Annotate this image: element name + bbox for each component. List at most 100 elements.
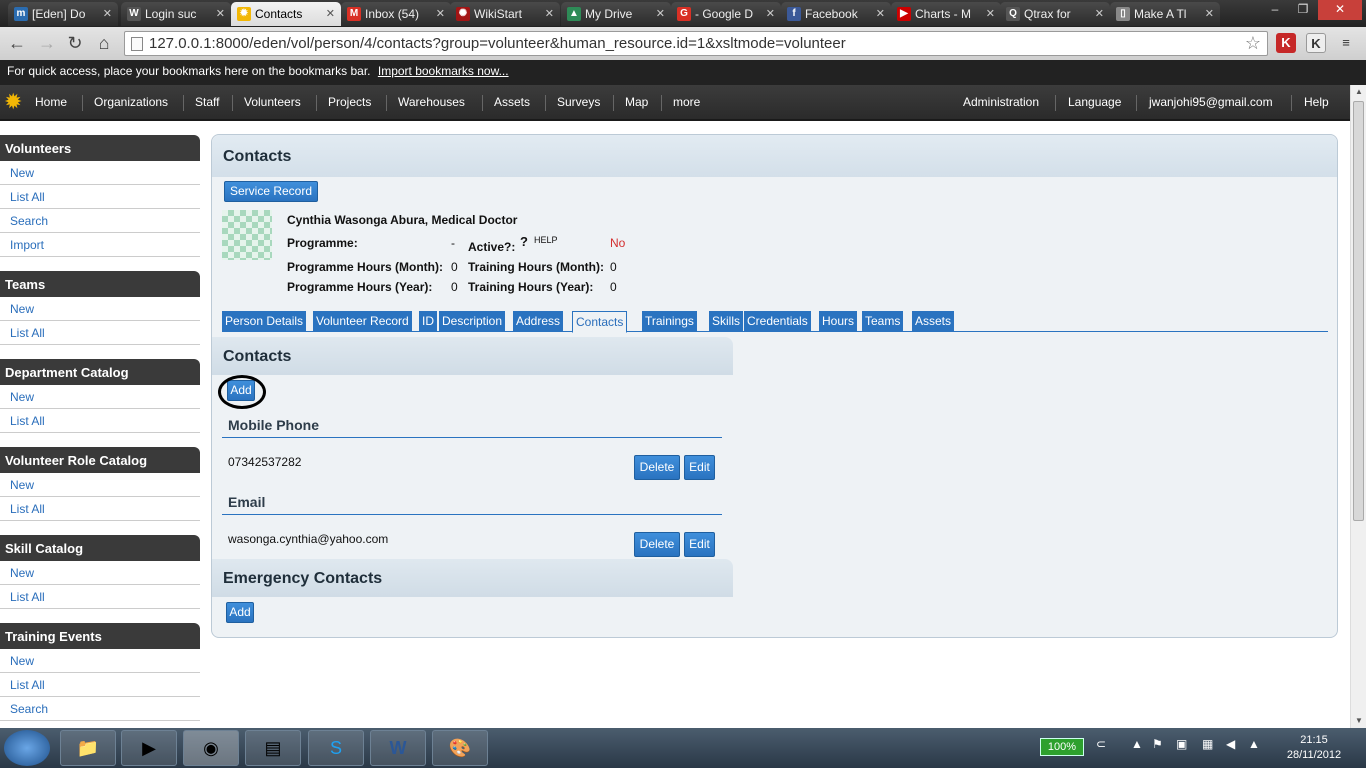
scroll-down-icon[interactable]: ▼ <box>1351 714 1366 728</box>
tab-credentials[interactable]: Credentials <box>744 311 811 332</box>
browser-tab[interactable]: Q Qtrax for ✕ <box>1000 2 1110 26</box>
sidebar-item-label[interactable]: Search <box>10 214 48 228</box>
sidebar-item[interactable]: New <box>0 561 200 585</box>
delete-email-button[interactable]: Delete <box>634 532 680 557</box>
tab-trainings[interactable]: Trainings <box>642 311 697 332</box>
sidebar-item[interactable]: List All <box>0 585 200 609</box>
close-tab-icon[interactable]: ✕ <box>1205 7 1214 20</box>
browser-tab[interactable]: M Inbox (54) ✕ <box>341 2 451 26</box>
sidebar-item-label[interactable]: List All <box>10 678 45 692</box>
forward-icon[interactable]: → <box>36 32 58 54</box>
volume-icon[interactable]: ◀ <box>1226 737 1235 751</box>
word-icon[interactable]: W <box>370 730 426 766</box>
action-center-flag-icon[interactable]: ⚑ <box>1152 737 1163 751</box>
close-tab-icon[interactable]: ✕ <box>656 7 665 20</box>
close-tab-icon[interactable]: ✕ <box>1095 7 1104 20</box>
scrollbar-thumb[interactable] <box>1353 101 1364 521</box>
sidebar-item-label[interactable]: New <box>10 478 34 492</box>
browser-tab[interactable]: ✺ WikiStart ✕ <box>450 2 560 26</box>
bookmark-star-icon[interactable]: ☆ <box>1245 33 1261 54</box>
system-clock[interactable]: 21:15 28/11/2012 <box>1276 733 1352 763</box>
sidebar-item[interactable]: List All <box>0 497 200 521</box>
nav-assets[interactable]: Assets <box>494 95 530 109</box>
edit-email-button[interactable]: Edit <box>684 532 715 557</box>
browser-tab[interactable]: ✹ Contacts ✕ <box>231 2 341 26</box>
close-tab-icon[interactable]: ✕ <box>216 7 225 20</box>
nav-warehouses[interactable]: Warehouses <box>398 95 465 109</box>
home-icon[interactable]: ⌂ <box>93 32 115 54</box>
nav-map[interactable]: Map <box>625 95 648 109</box>
extension-icon[interactable]: K <box>1276 33 1296 53</box>
tab-contacts[interactable]: Contacts <box>572 311 628 333</box>
close-tab-icon[interactable]: ✕ <box>436 7 445 20</box>
sidebar-item-label[interactable]: List All <box>10 414 45 428</box>
delete-mobile-button[interactable]: Delete <box>634 455 680 480</box>
sidebar-item-label[interactable]: List All <box>10 590 45 604</box>
close-tab-icon[interactable]: ✕ <box>545 7 554 20</box>
browser-tab[interactable]: W Login suc ✕ <box>121 2 231 26</box>
sidebar-item-label[interactable]: New <box>10 654 34 668</box>
browser-tab[interactable]: f Facebook ✕ <box>781 2 891 26</box>
import-bookmarks-link[interactable]: Import bookmarks now... <box>378 64 509 78</box>
tab-address[interactable]: Address <box>513 311 564 332</box>
sidebar-item[interactable]: Import <box>0 233 200 257</box>
sidebar-item-label[interactable]: New <box>10 566 34 580</box>
edit-mobile-button[interactable]: Edit <box>684 455 715 480</box>
sidebar-item-label[interactable]: Import <box>10 238 44 252</box>
help-question-icon[interactable]: ? <box>520 234 528 249</box>
skype-icon[interactable]: S <box>308 730 364 766</box>
nav-language[interactable]: Language <box>1068 95 1121 109</box>
explorer-icon[interactable]: 📁 <box>60 730 116 766</box>
address-bar[interactable]: 127.0.0.1:8000/eden/vol/person/4/contact… <box>124 31 1268 56</box>
drive-sync-icon[interactable]: ▲ <box>1248 737 1260 751</box>
nav-home[interactable]: Home <box>35 95 67 109</box>
tab-hours[interactable]: Hours <box>819 311 858 332</box>
close-window-icon[interactable]: ✕ <box>1318 0 1362 20</box>
help-text[interactable]: HELP <box>534 235 558 245</box>
browser-tab[interactable]: ▯ Make A Tl ✕ <box>1110 2 1220 26</box>
close-tab-icon[interactable]: ✕ <box>986 7 995 20</box>
page-scrollbar[interactable]: ▲ ▼ <box>1350 85 1366 728</box>
sidebar-item[interactable]: New <box>0 649 200 673</box>
nav-volunteers[interactable]: Volunteers <box>244 95 301 109</box>
close-tab-icon[interactable]: ✕ <box>876 7 885 20</box>
close-tab-icon[interactable]: ✕ <box>326 7 335 20</box>
tab-teams[interactable]: Teams <box>862 311 904 332</box>
browser-tab[interactable]: ▶ Charts - M ✕ <box>891 2 1001 26</box>
browser-tab[interactable]: m [Eden] Do ✕ <box>8 2 118 26</box>
paint-icon[interactable]: 🎨 <box>432 730 488 766</box>
sidebar-item[interactable]: New <box>0 385 200 409</box>
menu-wrench-icon[interactable]: ≡ <box>1336 33 1356 53</box>
nav-administration[interactable]: Administration <box>963 95 1039 109</box>
reload-icon[interactable]: ↻ <box>64 32 86 54</box>
scroll-up-icon[interactable]: ▲ <box>1351 85 1366 99</box>
sidebar-item[interactable]: Search <box>0 697 200 721</box>
sidebar-item-label[interactable]: Search <box>10 702 48 716</box>
media-player-icon[interactable]: ▶ <box>121 730 177 766</box>
tab-volunteer-record[interactable]: Volunteer Record <box>313 311 412 332</box>
minimize-icon[interactable]: – <box>1262 0 1288 20</box>
sidebar-item-label[interactable]: List All <box>10 326 45 340</box>
sidebar-item[interactable]: New <box>0 473 200 497</box>
nav-organizations[interactable]: Organizations <box>94 95 168 109</box>
start-button[interactable] <box>4 730 50 766</box>
chrome-icon[interactable]: ◉ <box>183 730 239 766</box>
back-icon[interactable]: ← <box>6 32 28 54</box>
browser-tab[interactable]: G - Google D ✕ <box>671 2 781 26</box>
nav-staff[interactable]: Staff <box>195 95 219 109</box>
window-icon[interactable]: ▤ <box>245 730 301 766</box>
tab-assets[interactable]: Assets <box>912 311 955 332</box>
service-record-button[interactable]: Service Record <box>224 181 318 202</box>
tab-description[interactable]: Description <box>439 311 506 332</box>
restore-icon[interactable]: ❐ <box>1290 0 1316 20</box>
power-icon[interactable]: ⊂ <box>1096 737 1106 751</box>
tab-person-details[interactable]: Person Details <box>222 311 307 332</box>
add-emergency-contact-button[interactable]: Add <box>226 602 254 623</box>
tab-skills[interactable]: Skills <box>709 311 744 332</box>
sidebar-item-label[interactable]: New <box>10 302 34 316</box>
sidebar-item-label[interactable]: New <box>10 166 34 180</box>
sidebar-item[interactable]: New <box>0 161 200 185</box>
nav-surveys[interactable]: Surveys <box>557 95 600 109</box>
network-icon[interactable]: ▦ <box>1202 737 1213 751</box>
nav-more[interactable]: more <box>673 95 700 109</box>
